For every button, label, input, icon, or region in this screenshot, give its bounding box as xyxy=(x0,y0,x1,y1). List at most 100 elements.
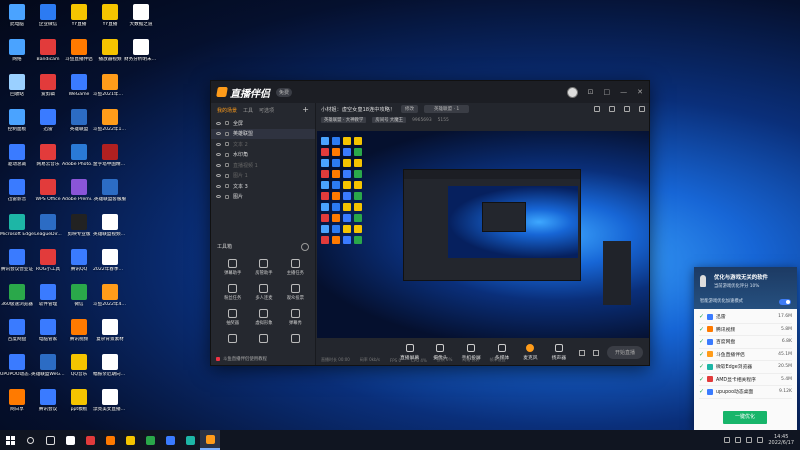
visibility-eye-icon[interactable] xyxy=(216,121,221,125)
minimize-icon[interactable]: — xyxy=(620,88,627,96)
desktop-icon[interactable]: QQ音乐 xyxy=(62,354,96,377)
stream-preview[interactable] xyxy=(317,131,649,338)
desktop-icon[interactable]: 迅雷影音 xyxy=(0,179,34,202)
version-badge[interactable]: 免费 xyxy=(276,87,293,97)
start-button[interactable] xyxy=(0,430,20,450)
category-selector[interactable]: 英雄联盟 · 1 xyxy=(424,105,470,113)
close-icon[interactable]: ✕ xyxy=(637,88,643,96)
desktop-icon[interactable]: Adobe Premie... xyxy=(62,179,96,202)
scene-item[interactable]: 文本 2 xyxy=(211,139,315,150)
desktop-icon[interactable]: 腾讯会议营业证 xyxy=(0,249,34,272)
taskbar-app[interactable] xyxy=(100,430,120,450)
desktop-icon[interactable]: 网易云音乐 xyxy=(31,144,65,167)
taskbar-app[interactable] xyxy=(80,430,100,450)
check-icon[interactable]: ✓ xyxy=(699,326,704,333)
check-icon[interactable]: ✓ xyxy=(699,313,704,320)
tool-item[interactable]: 多人连麦 xyxy=(248,284,279,301)
app-titlebar[interactable]: 直播伴侣 免费 ⊡ □ — ✕ xyxy=(211,81,649,103)
desktop-icon[interactable]: 网日享 xyxy=(0,389,34,412)
desktop-icon[interactable]: 企业微信 xyxy=(31,4,65,27)
scene-item[interactable]: 英雄联盟 xyxy=(211,128,315,139)
app-row[interactable]: ✓ 腾讯视频 5.8M xyxy=(699,324,792,336)
taskbar-app[interactable] xyxy=(160,430,180,450)
desktop-icon[interactable]: 复杂背景素材 xyxy=(93,319,127,342)
desktop-icon[interactable]: 网络 xyxy=(0,39,34,62)
app-row[interactable]: ✓ upupoo动态桌面 9.12K xyxy=(699,386,792,399)
desktop-icon[interactable]: Microsoft Edge xyxy=(0,214,34,237)
desktop-icon[interactable]: 漂亮美女直播画面素材 xyxy=(93,389,127,412)
visibility-eye-icon[interactable] xyxy=(216,184,221,188)
restore-icon[interactable]: □ xyxy=(604,88,611,96)
desktop-icon[interactable]: 英雄联盟客服服 xyxy=(93,179,127,202)
tab-my-scenes[interactable]: 我的场景 xyxy=(217,107,237,114)
desktop-icon[interactable]: 百度网盘 xyxy=(0,319,34,342)
taskbar-app[interactable] xyxy=(140,430,160,450)
volume-icon[interactable] xyxy=(746,437,753,443)
lock-icon[interactable] xyxy=(225,131,229,136)
tab-options[interactable]: 可选项 xyxy=(259,107,274,114)
check-icon[interactable]: ✓ xyxy=(699,338,704,345)
desktop-icon[interactable]: 斗鱼2022年1-3月直播... xyxy=(93,109,127,132)
desktop-icon[interactable]: 爱剪辑 xyxy=(31,74,65,97)
task-view-icon[interactable] xyxy=(40,430,60,450)
desktop-icon[interactable]: 电脑管家 xyxy=(31,319,65,342)
room-category-tag[interactable]: 英雄联盟 · 大神教学 xyxy=(321,117,367,123)
tool-item[interactable]: 房管助手 xyxy=(248,259,279,276)
check-icon[interactable]: ✓ xyxy=(699,376,704,383)
tool-item[interactable] xyxy=(280,334,311,345)
scene-item[interactable]: 直播视频 1 xyxy=(211,160,315,171)
tutorial-notice[interactable]: 斗鱼直播伴侣使用教程 xyxy=(216,356,267,362)
visibility-eye-icon[interactable] xyxy=(216,163,221,167)
mode-toggle[interactable] xyxy=(779,299,791,305)
lock-icon[interactable] xyxy=(225,184,229,189)
desktop-icon[interactable]: 腾讯QQ xyxy=(62,249,96,272)
scene-item[interactable]: 文本 3 xyxy=(211,181,315,192)
app-row[interactable]: ✓ 斗鱼直播伴侣 45.1M xyxy=(699,349,792,361)
desktop-icon[interactable]: ROG小工具 xyxy=(31,249,65,272)
more-icon[interactable] xyxy=(639,106,645,112)
lock-icon[interactable] xyxy=(225,173,229,178)
check-icon[interactable]: ✓ xyxy=(699,363,704,370)
share-icon[interactable] xyxy=(594,106,600,112)
visibility-eye-icon[interactable] xyxy=(216,153,221,157)
input-method-icon[interactable] xyxy=(757,437,764,443)
check-icon[interactable]: ✓ xyxy=(699,351,704,358)
network-icon[interactable] xyxy=(735,437,742,443)
scene-item[interactable]: 图片 xyxy=(211,192,315,203)
desktop-icon[interactable]: 斗鱼2022年4-6月直播... xyxy=(93,284,127,307)
desktop-icon[interactable]: 财务分析明末论文 xyxy=(124,39,158,62)
taskbar-app[interactable] xyxy=(200,430,220,450)
check-icon[interactable]: ✓ xyxy=(699,388,704,395)
app-row[interactable]: ✓ 百度网盘 6.8K xyxy=(699,336,792,349)
desktop-icon[interactable]: ppt模板 xyxy=(62,389,96,412)
room-name-tag[interactable]: 房间号 大魔王 xyxy=(372,117,407,123)
desktop-icon[interactable]: 腾讯视频 xyxy=(62,319,96,342)
desktop-icon[interactable]: Adobe Photosh... xyxy=(62,144,96,167)
tool-item[interactable]: 弹幕秀 xyxy=(280,309,311,326)
lock-icon[interactable] xyxy=(225,163,229,168)
desktop-icon[interactable]: WeGame xyxy=(62,74,96,97)
lock-icon[interactable] xyxy=(225,121,229,126)
search-icon[interactable] xyxy=(20,430,40,450)
desktop-icon[interactable]: 金字塔中国精校本(x64) xyxy=(93,144,127,167)
add-scene-icon[interactable]: + xyxy=(302,106,309,114)
lock-icon[interactable] xyxy=(225,194,229,199)
desktop-icon[interactable]: 驱动总裁 xyxy=(0,144,34,167)
desktop-icon[interactable]: 回收站 xyxy=(0,74,34,97)
tool-item[interactable]: 弹幕助手 xyxy=(217,259,248,276)
scene-item[interactable]: 图片 1 xyxy=(211,171,315,182)
clock[interactable]: 14:45 2022/6/17 xyxy=(768,434,794,446)
desktop-icon[interactable]: 2022年春季营销新文案 xyxy=(93,249,127,272)
desktop-icon[interactable]: 此电脑 xyxy=(0,4,34,27)
copy-icon[interactable] xyxy=(624,106,630,112)
taskbar-app[interactable] xyxy=(120,430,140,450)
visibility-eye-icon[interactable] xyxy=(216,174,221,178)
tool-item[interactable]: 虚拟形象 xyxy=(248,309,279,326)
tool-item[interactable]: 抽奖器 xyxy=(217,309,248,326)
desktop-icon[interactable]: 英雄联盟WeGame版 xyxy=(31,354,65,377)
desktop-icon[interactable]: 360极速浏览器 xyxy=(0,284,34,307)
desktop-icon[interactable]: 大数据之道 xyxy=(124,4,158,27)
desktop-icon[interactable]: WPS Office xyxy=(31,179,65,202)
desktop-icon[interactable]: UPUPOO动态桌面 xyxy=(0,354,34,377)
taskbar-app[interactable] xyxy=(60,430,80,450)
